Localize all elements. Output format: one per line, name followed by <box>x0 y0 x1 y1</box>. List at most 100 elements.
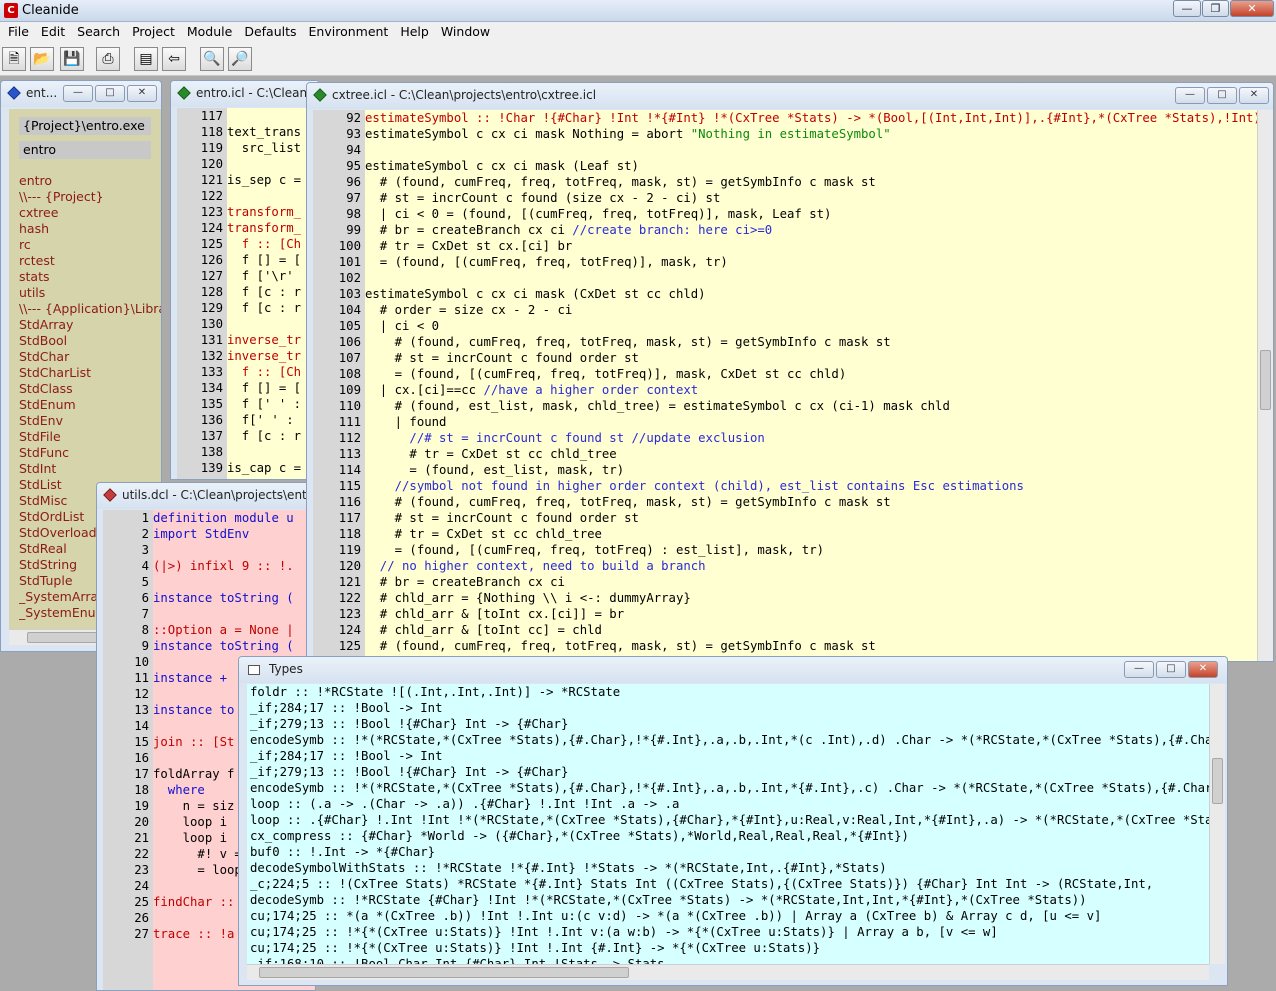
project-module-item[interactable]: StdFile <box>19 429 161 445</box>
cleanide-logo-icon: C <box>4 3 18 18</box>
types-vscrollbar[interactable] <box>1209 684 1225 964</box>
project-module-item[interactable]: StdClass <box>19 381 161 397</box>
entro-window-titlebar[interactable]: entro.icl - C:\Clean\pro <box>171 81 319 107</box>
project-module-item[interactable]: utils <box>19 285 161 301</box>
line-number: 128 <box>200 285 223 299</box>
line-number: 10 <box>134 655 149 669</box>
find-icon[interactable]: 🔎 <box>228 47 252 71</box>
project-window-titlebar[interactable]: ent... — □ ✕ <box>1 81 161 107</box>
project-module-item[interactable]: StdFunc <box>19 445 161 461</box>
project-module-item[interactable]: rc <box>19 237 161 253</box>
type-signature-line[interactable]: loop :: (.a -> .(Char -> .a)) .{#Char} !… <box>250 796 1209 812</box>
project-module-item[interactable]: StdCharList <box>19 365 161 381</box>
save-icon[interactable]: 💾 <box>60 47 84 71</box>
type-signature-line[interactable]: encodeSymb :: !*(*RCState,*(CxTree *Stat… <box>250 732 1209 748</box>
code-line: | ci < 0 <box>365 319 440 333</box>
code-line: //# st = incrCount c found st //update e… <box>365 431 765 445</box>
type-signature-line[interactable]: _if;279;13 :: !Bool !{#Char} Int -> {#Ch… <box>250 716 1209 732</box>
scroll-thumb[interactable] <box>259 967 629 978</box>
line-number: 130 <box>200 317 223 331</box>
menu-search[interactable]: Search <box>71 22 126 42</box>
type-signature-line[interactable]: foldr :: !*RCState ![(.Int,.Int,.Int)] -… <box>250 684 1209 700</box>
type-signature-line[interactable]: buf0 :: !.Int -> *{#Char} <box>250 844 1209 860</box>
maximize-icon[interactable]: □ <box>1156 661 1186 678</box>
project-module-item[interactable]: cxtree <box>19 205 161 221</box>
line-number: 5 <box>141 575 149 589</box>
type-signature-line[interactable]: _if;168;10 :: !Bool Char Int {#Char} Int… <box>250 956 1209 964</box>
type-signature-line[interactable]: loop :: .{#Char} !.Int !Int !*(*RCState,… <box>250 812 1209 828</box>
menu-edit[interactable]: Edit <box>35 22 71 42</box>
line-number: 4 <box>141 559 149 573</box>
menu-project[interactable]: Project <box>126 22 181 42</box>
type-signature-line[interactable]: cu;174;25 :: !*{*(CxTree u:Stats)} !Int … <box>250 924 1209 940</box>
line-number: 13 <box>134 703 149 717</box>
close-icon[interactable]: ✕ <box>1188 661 1218 678</box>
line-number: 18 <box>134 783 149 797</box>
back-icon[interactable]: ⇦ <box>162 47 186 71</box>
cxtree-vscrollbar[interactable] <box>1257 110 1273 661</box>
line-number: 136 <box>200 413 223 427</box>
code-line: estimateSymbol c cx ci mask Nothing = ab… <box>365 127 891 141</box>
code-line: = (found, [(cumFreq, freq, totFreq)], ma… <box>365 255 728 269</box>
scroll-thumb[interactable] <box>1212 758 1223 804</box>
project-module-item[interactable]: StdInt <box>19 461 161 477</box>
cxtree-code-area[interactable]: estimateSymbol :: !Char !{#Char} !Int !*… <box>365 110 1257 661</box>
types-hscrollbar[interactable] <box>247 964 1209 980</box>
project-module-item[interactable]: StdEnv <box>19 413 161 429</box>
project-module-item[interactable]: StdBool <box>19 333 161 349</box>
minimize-icon[interactable]: — <box>63 85 93 102</box>
open-file-icon[interactable]: 📂 <box>30 47 54 71</box>
type-signature-line[interactable]: _if;284;17 :: !Bool -> Int <box>250 700 1209 716</box>
type-signature-line[interactable]: cu;174;25 :: *(a *(CxTree .b)) !Int !.In… <box>250 908 1209 924</box>
project-module-item[interactable]: entro <box>19 173 161 189</box>
maximize-icon[interactable]: □ <box>1207 87 1237 104</box>
project-module-item[interactable]: rctest <box>19 253 161 269</box>
type-signature-line[interactable]: decodeSymbolWithStats :: !*RCState !*{#.… <box>250 860 1209 876</box>
type-signature-line[interactable]: decodeSymb :: !*RCState {#Char} !Int !*(… <box>250 892 1209 908</box>
project-module-item[interactable]: StdChar <box>19 349 161 365</box>
scroll-thumb[interactable] <box>1260 350 1271 410</box>
project-module-item[interactable]: stats <box>19 269 161 285</box>
print-icon[interactable]: ⎙ <box>96 47 120 71</box>
menu-defaults[interactable]: Defaults <box>238 22 302 42</box>
menu-help[interactable]: Help <box>394 22 435 42</box>
close-icon[interactable]: ✕ <box>127 85 157 102</box>
menu-module[interactable]: Module <box>181 22 238 42</box>
minimize-icon[interactable]: — <box>1173 0 1201 17</box>
type-signature-line[interactable]: encodeSymb :: !*(*RCState,*(CxTree *Stat… <box>250 780 1209 796</box>
new-file-icon[interactable]: 🗎 <box>2 47 26 71</box>
search-icon[interactable]: 🔍 <box>200 47 224 71</box>
line-number: 139 <box>200 461 223 475</box>
cxtree-window-titlebar[interactable]: cxtree.icl - C:\Clean\projects\entro\cxt… <box>307 83 1273 109</box>
scroll-thumb[interactable] <box>27 632 103 643</box>
type-signature-line[interactable]: cu;174;25 :: !*{*(CxTree u:Stats)} !Int … <box>250 940 1209 956</box>
exe-field[interactable]: {Project}\entro.exe <box>19 117 151 135</box>
maximize-icon[interactable]: □ <box>95 85 125 102</box>
menu-environment[interactable]: Environment <box>303 22 395 42</box>
minimize-icon[interactable]: — <box>1124 661 1154 678</box>
type-signature-line[interactable]: _if;279;13 :: !Bool !{#Char} Int -> {#Ch… <box>250 764 1209 780</box>
utils-window-titlebar[interactable]: utils.dcl - C:\Clean\projects\entro\ <box>97 483 315 509</box>
project-module-item[interactable]: StdArray <box>19 317 161 333</box>
minimize-icon[interactable]: — <box>1175 87 1205 104</box>
menu-window[interactable]: Window <box>435 22 496 42</box>
entro-window-title: entro.icl - C:\Clean\pro <box>196 86 320 100</box>
type-signature-line[interactable]: _if;284;17 :: !Bool -> Int <box>250 748 1209 764</box>
project-module-item[interactable]: hash <box>19 221 161 237</box>
project-module-item[interactable]: \\--- {Application}\Libraries <box>19 301 161 317</box>
menu-file[interactable]: File <box>2 22 35 42</box>
project-module-item[interactable]: \\--- {Project} <box>19 189 161 205</box>
code-line: # st = incrCount c found (size cx - 2 - … <box>365 191 721 205</box>
code-line: | cx.[ci]==cc //have a higher order cont… <box>365 383 699 397</box>
close-icon[interactable]: ✕ <box>1230 0 1274 17</box>
type-signature-line[interactable]: _c;224;5 :: !(CxTree Stats) *RCState *{#… <box>250 876 1209 892</box>
type-signature-line[interactable]: cx_compress :: {#Char} *World -> ({#Char… <box>250 828 1209 844</box>
window-icon[interactable]: ▤ <box>134 47 158 71</box>
types-window-titlebar[interactable]: Types — □ ✕ <box>239 657 1227 683</box>
close-icon[interactable]: ✕ <box>1239 87 1269 104</box>
line-number: 25 <box>134 895 149 909</box>
maximize-icon[interactable]: ❐ <box>1202 0 1229 17</box>
types-list[interactable]: foldr :: !*RCState ![(.Int,.Int,.Int)] -… <box>247 684 1209 964</box>
main-module-field[interactable]: entro <box>19 141 151 159</box>
project-module-item[interactable]: StdEnum <box>19 397 161 413</box>
